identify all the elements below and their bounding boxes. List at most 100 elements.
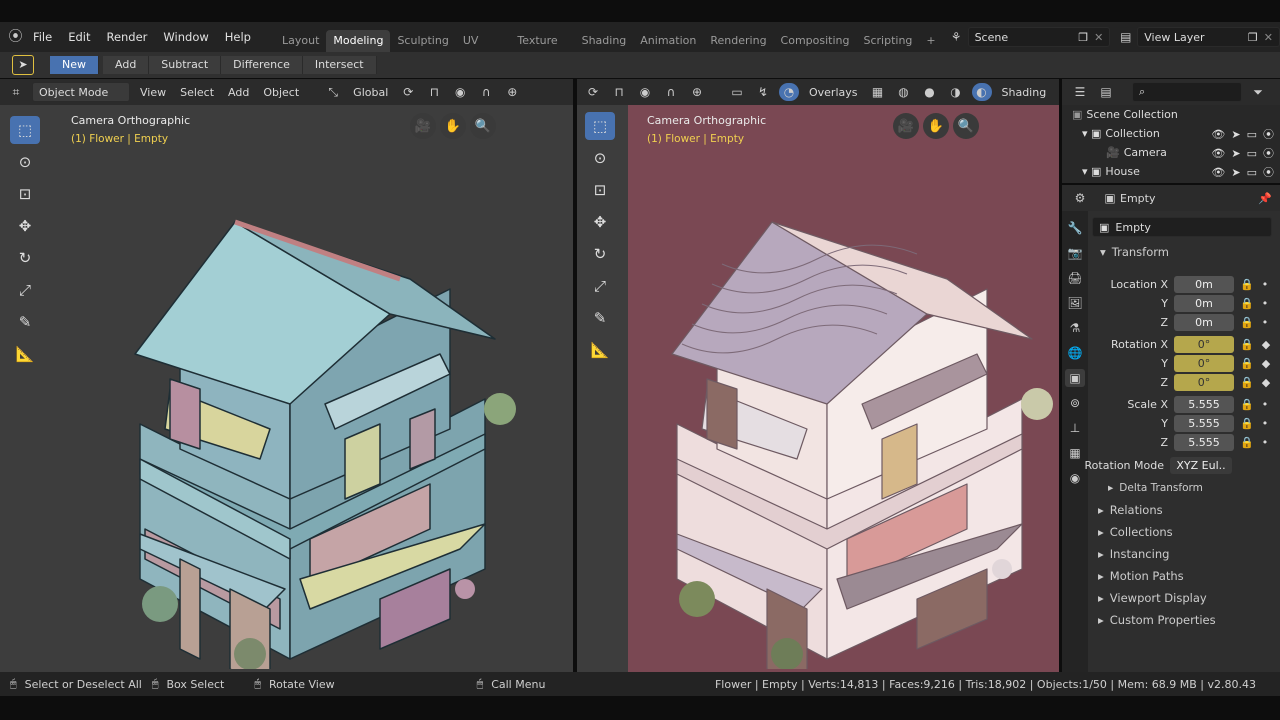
tab-layout[interactable]: Layout: [275, 30, 326, 52]
annotate-tool[interactable]: ✎: [10, 308, 40, 336]
keyframe-dot-icon[interactable]: •: [1262, 398, 1269, 411]
measure-tool-right[interactable]: 📐: [585, 336, 615, 364]
menu-file[interactable]: File: [25, 30, 60, 44]
view-layer-icon[interactable]: ▤: [1116, 28, 1135, 46]
snap-toggle-icon[interactable]: ⟳: [583, 83, 603, 101]
overlays-icon[interactable]: ◔: [779, 83, 799, 101]
scale-y-field[interactable]: 5.555: [1174, 415, 1234, 432]
snap-target-icon[interactable]: ⊓: [609, 83, 629, 101]
house-model-solid[interactable]: [100, 129, 520, 669]
visibility-icons[interactable]: 👁➤▭⦿: [1211, 164, 1280, 180]
gizmo-toggle-icon[interactable]: ⊕: [687, 83, 707, 101]
rotate-tool[interactable]: ↻: [10, 244, 40, 272]
custom-properties-panel[interactable]: ▸ Custom Properties: [1090, 609, 1278, 631]
pin-icon[interactable]: 📌: [1258, 192, 1272, 205]
scale-z-field[interactable]: 5.555: [1174, 434, 1234, 451]
blender-logo-icon[interactable]: ⦿: [6, 28, 25, 46]
rotation-z-field[interactable]: 0°: [1174, 374, 1234, 391]
proportional-icon[interactable]: ◉: [635, 83, 655, 101]
proportional-edit-icon[interactable]: ◉: [450, 83, 470, 101]
measure-tool[interactable]: 📐: [10, 340, 40, 368]
view-object-types-icon[interactable]: ▭: [727, 83, 747, 101]
overlays-dropdown[interactable]: Overlays: [805, 86, 862, 99]
menu-window[interactable]: Window: [155, 30, 216, 44]
editor-type-icon[interactable]: ⌗: [6, 83, 26, 101]
lock-icon[interactable]: 🔒: [1240, 278, 1254, 291]
scene-field[interactable]: Scene ❐ ✕: [967, 27, 1111, 47]
keyframe-dot-icon[interactable]: •: [1262, 297, 1269, 310]
copy-scene-icon[interactable]: ❐: [1078, 31, 1088, 44]
close-view-layer-icon[interactable]: ✕: [1264, 31, 1273, 44]
scale-tool[interactable]: ⤢: [10, 276, 40, 304]
tab-shading[interactable]: Shading: [575, 30, 634, 52]
tab-rendering[interactable]: Rendering: [703, 30, 773, 52]
scene-icon[interactable]: ⚘: [947, 28, 966, 46]
keyframe-diamond-icon[interactable]: ◆: [1262, 376, 1270, 389]
tab-compositing[interactable]: Compositing: [774, 30, 857, 52]
collections-panel[interactable]: ▸ Collections: [1090, 521, 1278, 543]
render-tab-icon[interactable]: 📷: [1065, 244, 1085, 262]
menu-select[interactable]: Select: [176, 86, 218, 99]
transform-panel-header[interactable]: ▾ Transform: [1092, 241, 1274, 263]
rotation-mode-dropdown[interactable]: XYZ Eul..: [1170, 457, 1232, 474]
tool-tab-icon[interactable]: 🔧: [1065, 219, 1085, 237]
rotation-y-field[interactable]: 0°: [1174, 355, 1234, 372]
annotate-tool-right[interactable]: ✎: [585, 304, 615, 332]
tab-uv-editing[interactable]: UV Editing: [456, 30, 511, 69]
lock-icon[interactable]: 🔒: [1240, 398, 1254, 411]
mode-dropdown[interactable]: Object Mode: [32, 82, 130, 102]
gizmo-display-icon[interactable]: ↯: [753, 83, 773, 101]
menu-object[interactable]: Object: [259, 86, 303, 99]
motion-paths-panel[interactable]: ▸ Motion Paths: [1090, 565, 1278, 587]
tab-animation[interactable]: Animation: [633, 30, 703, 52]
select-tool-icon[interactable]: ➤: [12, 55, 34, 75]
new-button[interactable]: New: [50, 56, 99, 74]
outliner-row-collection[interactable]: ▾ ▣ Collection 👁➤▭⦿: [1072, 124, 1280, 143]
intersect-button[interactable]: Intersect: [302, 56, 377, 74]
delta-transform-panel[interactable]: ▸ Delta Transform: [1090, 477, 1278, 499]
add-workspace-button[interactable]: +: [919, 30, 942, 52]
location-x-field[interactable]: 0m: [1174, 276, 1234, 293]
move-tool[interactable]: ✥: [10, 212, 40, 240]
data-name-field[interactable]: ▣ Empty: [1092, 217, 1272, 237]
menu-add[interactable]: Add: [224, 86, 253, 99]
lock-icon[interactable]: 🔒: [1240, 357, 1254, 370]
outliner-row-house[interactable]: ▾ ▣ House 👁➤▭⦿: [1072, 162, 1280, 181]
shading-dropdown[interactable]: Shading: [998, 86, 1051, 99]
add-button[interactable]: Add: [103, 56, 150, 74]
outliner-search[interactable]: ⌕: [1132, 82, 1242, 102]
menu-help[interactable]: Help: [217, 30, 259, 44]
rotation-x-field[interactable]: 0°: [1174, 336, 1234, 353]
location-z-field[interactable]: 0m: [1174, 314, 1234, 331]
snap-icon[interactable]: ⊓: [424, 83, 444, 101]
rendered-shading-icon[interactable]: ◐: [971, 83, 992, 101]
select-box-tool-right[interactable]: ⬚: [585, 112, 615, 140]
tab-texture-paint[interactable]: Texture Paint: [510, 30, 574, 69]
copy-view-layer-icon[interactable]: ❐: [1248, 31, 1258, 44]
solid-shading-icon[interactable]: ●: [920, 83, 940, 101]
difference-button[interactable]: Difference: [221, 56, 303, 74]
display-mode-icon[interactable]: ▤: [1096, 83, 1116, 101]
relations-panel[interactable]: ▸ Relations: [1090, 499, 1278, 521]
outliner-row-scene-collection[interactable]: ▣ Scene Collection: [1072, 105, 1280, 124]
orientation-dropdown[interactable]: Global: [349, 86, 392, 99]
tab-sculpting[interactable]: Sculpting: [390, 30, 455, 52]
lock-icon[interactable]: 🔒: [1240, 297, 1254, 310]
menu-render[interactable]: Render: [98, 30, 155, 44]
transform-tool[interactable]: ⊡: [10, 180, 40, 208]
visibility-icons[interactable]: 👁➤▭⦿: [1211, 126, 1280, 142]
wireframe-shading-icon[interactable]: ◍: [894, 83, 914, 101]
viewport-display-panel[interactable]: ▸ Viewport Display: [1090, 587, 1278, 609]
rotate-tool-right[interactable]: ↻: [585, 240, 615, 268]
gizmo-icon[interactable]: ⊕: [502, 83, 522, 101]
scale-tool-right[interactable]: ⤢: [585, 272, 615, 300]
lock-icon[interactable]: 🔒: [1240, 417, 1254, 430]
pivot-icon[interactable]: ⟳: [398, 83, 418, 101]
keyframe-dot-icon[interactable]: •: [1262, 278, 1269, 291]
filter-icon[interactable]: ⏷: [1248, 83, 1268, 101]
keyframe-dot-icon[interactable]: •: [1262, 417, 1269, 430]
menu-view[interactable]: View: [136, 86, 170, 99]
keyframe-dot-icon[interactable]: •: [1262, 436, 1269, 449]
transform-tool-right[interactable]: ⊡: [585, 176, 615, 204]
location-y-field[interactable]: 0m: [1174, 295, 1234, 312]
